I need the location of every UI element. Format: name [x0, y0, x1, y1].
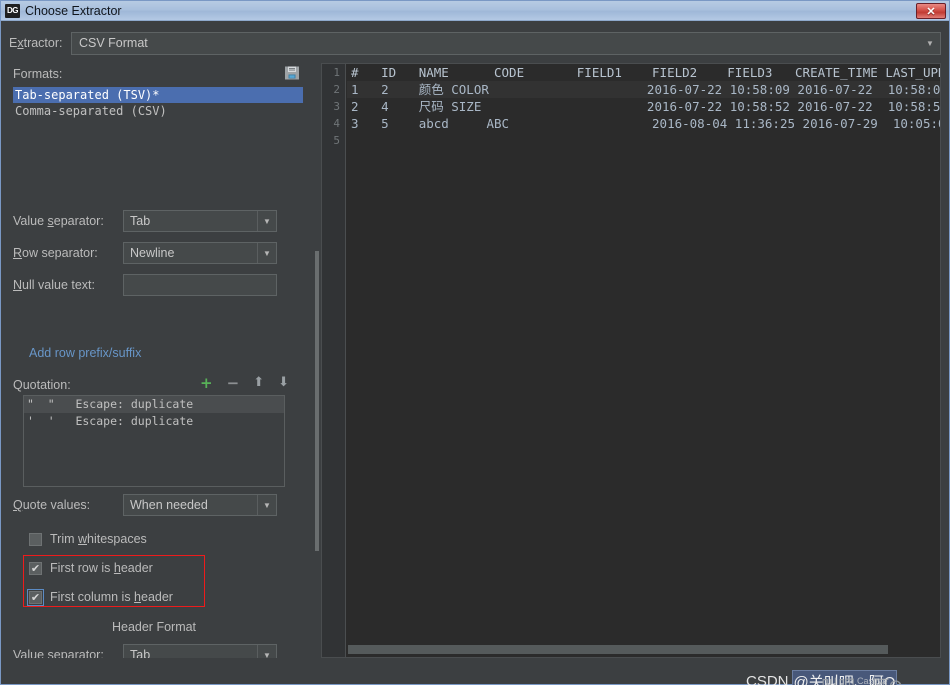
format-item-csv[interactable]: Comma-separated (CSV) — [13, 103, 303, 119]
watermark-ghost-small: Casirye — [857, 676, 888, 685]
row-separator-select[interactable]: Newline ▼ — [123, 242, 277, 264]
line-number: 5 — [333, 134, 340, 147]
quotation-row[interactable]: " " Escape: duplicate — [24, 396, 284, 413]
extractor-value: CSV Format — [79, 36, 148, 50]
move-down-icon[interactable]: ⬇ — [278, 375, 289, 391]
null-value-input[interactable] — [123, 274, 277, 296]
preview-pane: 1 2 3 4 5 # ID NAME CODE FIELD1 FIELD2 F… — [321, 63, 941, 658]
trim-whitespaces-label: Trim whitespaces — [50, 532, 147, 546]
chevron-down-icon[interactable]: ▼ — [257, 211, 276, 231]
value-separator-value: Tab — [130, 214, 151, 228]
window-title: Choose Extractor — [25, 3, 122, 18]
row-separator-label: Row separator: — [13, 246, 98, 260]
preview-data-line: 1 2 颜色 COLOR 2016-07-22 10:58:09 2016-07… — [347, 81, 940, 98]
extractor-row: Extractor: CSV Format ▼ — [1, 29, 949, 57]
left-panel-scrollbar-thumb[interactable] — [315, 251, 319, 551]
quotation-toolbar: + − ⬆ ⬇ — [200, 375, 289, 391]
header-value-separator-select[interactable]: Tab ▼ — [123, 644, 277, 658]
choose-extractor-dialog: DG Choose Extractor ✕ Extractor: CSV For… — [0, 0, 950, 685]
value-separator-select[interactable]: Tab ▼ — [123, 210, 277, 232]
preview-data-line — [347, 132, 940, 149]
remove-quotation-icon[interactable]: − — [227, 375, 240, 391]
format-settings-panel: Formats: Tab-separated (TSV)* Comma-sepa… — [9, 63, 319, 658]
quote-values-select[interactable]: When needed ▼ — [123, 494, 277, 516]
line-number: 2 — [333, 83, 340, 96]
datagrip-icon: DG — [5, 3, 20, 18]
watermark-prefix: CSDN — [746, 673, 789, 685]
save-disk-icon[interactable] — [284, 65, 300, 81]
chevron-down-icon[interactable]: ▼ — [257, 645, 276, 658]
header-value-separator-value: Tab — [130, 648, 151, 658]
title-bar: DG Choose Extractor ✕ — [1, 1, 949, 21]
quotation-list[interactable]: " " Escape: duplicate ' ' Escape: duplic… — [23, 395, 285, 487]
watermark-ghost-overlay: 叫吧、阿Q — [821, 672, 902, 685]
quotation-label: Quotation: — [13, 378, 71, 392]
chevron-down-icon[interactable]: ▼ — [257, 243, 276, 263]
line-number: 1 — [333, 66, 340, 79]
checkbox-icon[interactable]: ✔ — [29, 561, 42, 575]
add-quotation-icon[interactable]: + — [200, 375, 213, 391]
quotation-row[interactable]: ' ' Escape: duplicate — [24, 413, 284, 430]
trim-whitespaces-checkbox[interactable]: Trim whitespaces — [29, 529, 147, 549]
chevron-down-icon[interactable]: ▼ — [920, 33, 940, 54]
preview-hscrollbar-thumb[interactable] — [348, 645, 888, 654]
preview-data-line: 2 4 尺码 SIZE 2016-07-22 10:58:52 2016-07-… — [351, 99, 941, 114]
line-number: 4 — [333, 117, 340, 130]
close-icon[interactable]: ✕ — [916, 3, 946, 19]
line-number-gutter: 1 2 3 4 5 — [322, 64, 346, 657]
preview-header-line: # ID NAME CODE FIELD1 FIELD2 FIELD3 CREA… — [351, 65, 941, 80]
format-item-tsv[interactable]: Tab-separated (TSV)* — [13, 87, 303, 103]
null-value-label: Null value text: — [13, 278, 95, 292]
quote-values-row: Quote values: When needed ▼ — [13, 493, 303, 517]
first-row-is-header-label: First row is header — [50, 561, 153, 575]
row-separator-row: Row separator: Newline ▼ — [13, 241, 303, 265]
header-value-separator-label: Value separator: — [13, 648, 104, 658]
add-row-prefix-suffix-link[interactable]: Add row prefix/suffix — [29, 346, 141, 360]
value-separator-row: Value separator: Tab ▼ — [13, 209, 303, 233]
row-separator-value: Newline — [130, 246, 175, 260]
null-value-row: Null value text: — [13, 273, 303, 297]
chevron-down-icon[interactable]: ▼ — [257, 495, 276, 515]
extractor-label: Extractor: — [9, 36, 63, 50]
header-value-separator-row: Value separator: Tab ▼ — [13, 643, 303, 658]
first-row-is-header-checkbox[interactable]: ✔ First row is header — [29, 558, 153, 578]
quote-values-label: Quote values: — [13, 498, 91, 512]
watermark-handle: @关叫吧、阿Q — [791, 670, 898, 685]
formats-label: Formats: — [13, 67, 63, 81]
checkbox-icon[interactable] — [29, 532, 42, 546]
first-column-is-header-checkbox[interactable]: ✔ First column is header — [27, 587, 173, 607]
first-column-is-header-label: First column is header — [50, 590, 173, 604]
extractor-select[interactable]: CSV Format ▼ — [71, 31, 941, 55]
value-separator-label: Value separator: — [13, 214, 104, 228]
line-number: 3 — [333, 100, 340, 113]
watermark: CSDN @关叫吧、阿Q — [746, 670, 898, 685]
header-format-title: Header Format — [111, 620, 197, 634]
formats-list[interactable]: Tab-separated (TSV)* Comma-separated (CS… — [13, 87, 303, 127]
preview-data-line: 3 5 abcd ABC 2016-08-04 11:36:25 2016-07… — [351, 116, 941, 131]
checkbox-icon[interactable]: ✔ — [27, 588, 44, 606]
quote-values-value: When needed — [130, 498, 208, 512]
dialog-body: Extractor: CSV Format ▼ Formats: Tab-sep… — [1, 21, 949, 685]
move-up-icon[interactable]: ⬆ — [253, 375, 264, 391]
preview-text-area[interactable]: # ID NAME CODE FIELD1 FIELD2 FIELD3 CREA… — [347, 64, 941, 657]
quotation-header: Quotation: + − ⬆ ⬇ — [13, 375, 303, 395]
